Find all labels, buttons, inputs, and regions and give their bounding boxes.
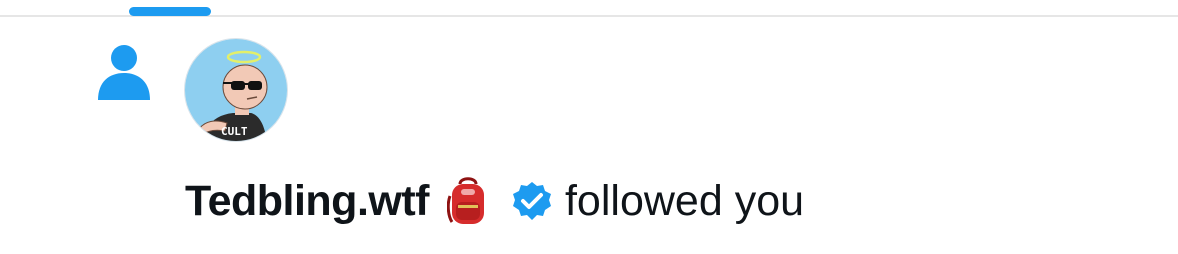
avatar-shirt-text: CULT [221,125,248,138]
notification-text-line: Tedbling.wtf followed you [185,170,804,232]
user-avatar[interactable]: CULT [184,38,288,142]
active-tab-indicator [129,7,211,16]
notification-action-text: followed you [564,176,805,225]
backpack-icon [446,174,489,228]
person-icon [96,42,152,102]
verified-badge-icon [511,180,553,222]
user-name-link[interactable]: Tedbling.wtf [185,177,429,226]
